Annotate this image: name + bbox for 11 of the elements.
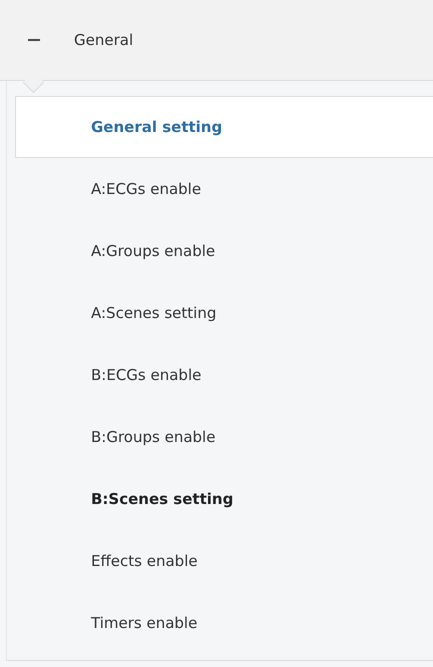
group-title: General — [74, 31, 134, 49]
menu-item[interactable]: A:Groups enable — [15, 220, 433, 282]
group-header[interactable]: General — [0, 0, 433, 81]
menu-item[interactable]: Timers enable — [15, 592, 433, 654]
menu-item[interactable]: Effects enable — [15, 530, 433, 592]
menu-item[interactable]: A:Scenes setting — [15, 282, 433, 344]
menu-item[interactable]: General setting — [15, 96, 433, 158]
menu-item[interactable]: B:ECGs enable — [15, 344, 433, 406]
menu-item[interactable]: B:Scenes setting — [15, 468, 433, 530]
menu-item[interactable]: A:ECGs enable — [15, 158, 433, 220]
menu-item[interactable]: B:Groups enable — [15, 406, 433, 468]
